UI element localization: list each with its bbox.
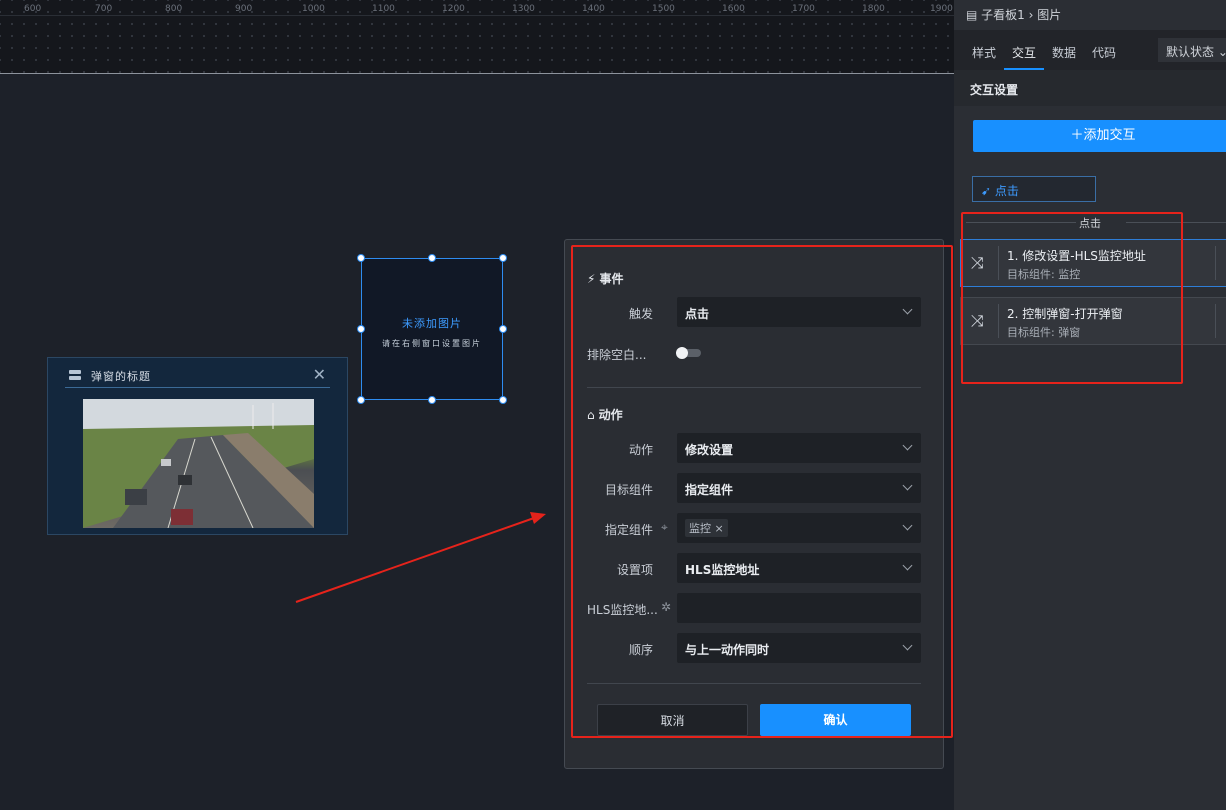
divider [1215, 304, 1216, 338]
breadcrumb: ▤ 子看板1 › 图片 [966, 8, 1062, 22]
divider [1215, 246, 1216, 280]
tab-code[interactable]: 代码 [1092, 44, 1116, 61]
board-icon: ▤ [966, 8, 978, 22]
section-title: 交互设置 [954, 70, 1226, 106]
add-interaction-button[interactable]: ＋添加交互 [973, 120, 1226, 152]
tab-data[interactable]: 数据 [1052, 44, 1076, 61]
panel-tabs: 样式 交互 数据 代码 默认状态 ⌄ [954, 30, 1226, 70]
tab-style[interactable]: 样式 [972, 44, 996, 61]
properties-panel: ▤ 子看板1 › 图片 样式 交互 数据 代码 默认状态 ⌄ 交互设置 ＋添加交… [954, 0, 1226, 810]
annotation-highlight-actions [961, 212, 1183, 384]
state-select[interactable]: 默认状态 ⌄ [1158, 38, 1226, 62]
pointer-icon: ➹ [981, 184, 992, 198]
chevron-down-icon: ⌄ [1217, 45, 1226, 59]
event-chip-click[interactable]: ➹ 点击 [972, 176, 1096, 202]
tab-interaction[interactable]: 交互 [1012, 44, 1036, 61]
annotation-highlight-dialog [571, 245, 953, 738]
